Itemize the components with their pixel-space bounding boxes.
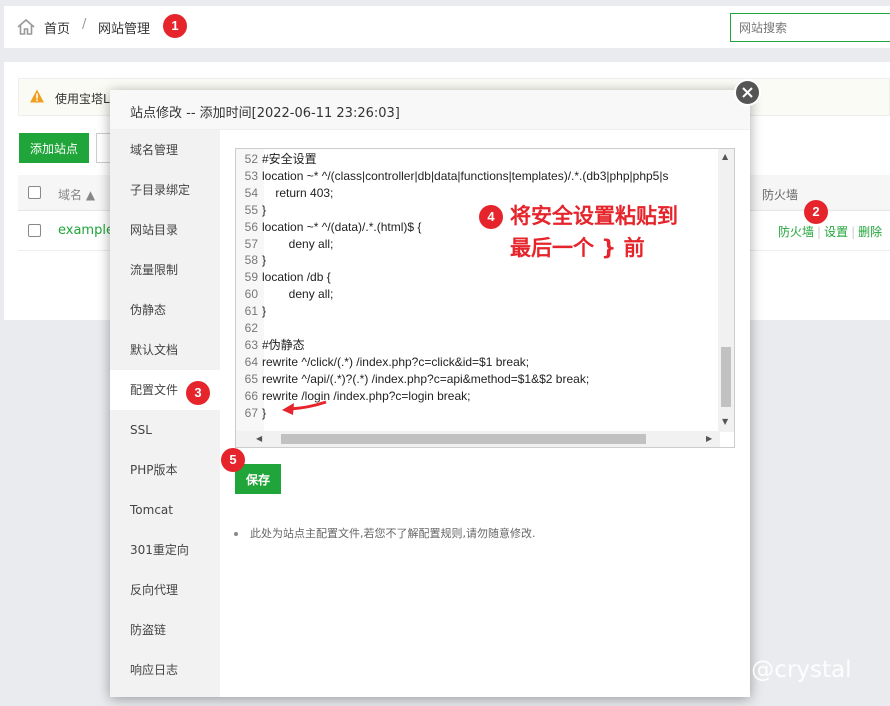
dialog-title: 站点修改 -- 添加时间[2022-06-11 23:26:03]: [110, 90, 750, 130]
code-text: deny all;: [262, 287, 334, 302]
annotation-line-1: 将安全设置粘贴到: [510, 204, 678, 228]
line-number: 58: [244, 253, 258, 268]
line-number: 66: [244, 388, 258, 403]
watermark: 知乎 @crystal: [698, 657, 852, 683]
step-badge-4: 4: [479, 205, 503, 229]
code-line: 52 #安全设置: [236, 151, 718, 168]
line-number: 64: [244, 354, 258, 369]
red-arrow-icon: [282, 400, 327, 415]
column-header-firewall: 防火墙: [762, 188, 799, 202]
site-search-input[interactable]: [730, 13, 890, 42]
top-bar: 首页 / 网站管理: [4, 6, 890, 48]
scroll-right-icon[interactable]: ▶: [706, 434, 712, 443]
line-number: 60: [244, 287, 258, 302]
sidebar-item[interactable]: 伪静态: [110, 290, 220, 330]
line-number: 53: [244, 168, 258, 183]
line-number: 61: [244, 304, 258, 319]
line-number: 62: [244, 321, 258, 336]
step-badge-3: 3: [186, 381, 210, 405]
warning-icon: [30, 89, 44, 103]
sidebar-item[interactable]: 防盗链: [110, 610, 220, 650]
line-number: 65: [244, 371, 258, 386]
line-number: 57: [244, 236, 258, 251]
code-text: rewrite ^/api/(.*)?(.*) /index.php?c=api…: [262, 371, 590, 386]
save-button[interactable]: 保存: [235, 464, 281, 494]
code-text: deny all;: [262, 236, 334, 251]
code-text: }: [262, 202, 267, 217]
home-icon[interactable]: [16, 17, 36, 37]
code-line: 62: [236, 320, 718, 337]
code-line: 59 location /db {: [236, 269, 718, 286]
delete-link[interactable]: 删除: [858, 225, 882, 239]
row-checkbox[interactable]: [28, 224, 41, 237]
breadcrumb-home[interactable]: 首页: [44, 18, 70, 37]
horizontal-scroll-thumb[interactable]: [281, 434, 646, 444]
code-area[interactable]: 52 #安全设置 53 location ~* ^/(class|controller…: [236, 151, 718, 422]
row-operations: 防火墙 | 设置 | 删除: [778, 225, 883, 239]
breadcrumb-separator: /: [82, 17, 87, 32]
annotation-line-2: 最后一个 } 前: [510, 236, 645, 260]
code-line: 61}: [236, 303, 718, 320]
scroll-down-icon[interactable]: ▼: [722, 417, 728, 426]
code-text: location /db {: [262, 270, 331, 285]
sidebar-item[interactable]: 域名管理: [110, 130, 220, 170]
config-note: 此处为站点主配置文件,若您不了解配置规则,请勿随意修改.: [234, 525, 536, 541]
sidebar-item[interactable]: 网站目录: [110, 210, 220, 250]
step-badge-1: 1: [163, 14, 187, 38]
dialog-side-nav: 域名管理 子目录绑定 网站目录 流量限制 伪静态 默认文档 配置文件 SSL PHP版本 Tomc…: [110, 130, 220, 697]
step-badge-2: 2: [804, 200, 828, 224]
step-badge-5: 5: [221, 448, 245, 472]
code-text: return 403;: [262, 185, 334, 200]
sidebar-item[interactable]: 301重定向: [110, 530, 220, 570]
code-line: 65 rewrite ^/api/(.*)?(.*) /index.php?c=a…: [236, 371, 718, 388]
scroll-left-icon[interactable]: ◀: [256, 434, 262, 443]
sidebar-item[interactable]: PHP版本: [110, 450, 220, 490]
notice-text: 使用宝塔L: [55, 92, 110, 106]
annotation-text: 将安全设置粘贴到 最后一个 } 前: [510, 200, 678, 264]
code-text: }: [262, 253, 267, 268]
line-number: 59: [244, 270, 258, 285]
vertical-scrollbar[interactable]: ▲ ▼: [718, 149, 734, 432]
firewall-link[interactable]: 防火墙: [778, 225, 814, 239]
sidebar-item[interactable]: 子目录绑定: [110, 170, 220, 210]
line-number: 63: [244, 337, 258, 352]
code-text: location ~* ^/(class|controller|db|data|…: [262, 168, 669, 183]
code-text: #安全设置: [262, 152, 317, 166]
code-text: }: [262, 405, 267, 420]
code-line: 53 location ~* ^/(class|controller|db|dat…: [236, 168, 718, 185]
sidebar-item[interactable]: 流量限制: [110, 250, 220, 290]
close-icon: [742, 87, 753, 98]
sidebar-item[interactable]: Tomcat: [110, 490, 220, 530]
select-all-checkbox[interactable]: [28, 186, 41, 199]
scroll-up-icon[interactable]: ▲: [722, 152, 728, 161]
sidebar-item[interactable]: 响应日志: [110, 650, 220, 690]
vertical-scroll-thumb[interactable]: [721, 347, 731, 407]
breadcrumb-current[interactable]: 网站管理: [98, 18, 150, 37]
config-note-text: 此处为站点主配置文件,若您不了解配置规则,请勿随意修改.: [250, 527, 536, 540]
sidebar-item[interactable]: SSL: [110, 410, 220, 450]
code-text: #伪静态: [262, 337, 305, 352]
column-header-domain[interactable]: 域名 ▲: [58, 186, 95, 203]
line-number: 52: [244, 152, 258, 166]
code-text: }: [262, 304, 267, 319]
bullet-icon: [234, 532, 238, 536]
line-number: 54: [244, 185, 258, 200]
line-number: 67: [244, 405, 258, 420]
code-text: location ~* ^/(data)/.*.(html)$ {: [262, 219, 422, 234]
line-number: 56: [244, 219, 258, 234]
line-number: 55: [244, 202, 258, 217]
add-site-button[interactable]: 添加站点: [19, 133, 89, 163]
sidebar-item[interactable]: 反向代理: [110, 570, 220, 610]
code-text: rewrite ^/click/(.*) /index.php?c=click&…: [262, 354, 530, 369]
code-line: 64 rewrite ^/click/(.*) /index.php?c=clic…: [236, 354, 718, 371]
settings-link[interactable]: 设置: [824, 225, 848, 239]
horizontal-scrollbar[interactable]: ◀ ▶: [236, 431, 720, 447]
close-dialog-button[interactable]: [734, 79, 761, 106]
code-line: 63 #伪静态: [236, 337, 718, 354]
code-line: 60 deny all;: [236, 286, 718, 303]
sidebar-item[interactable]: 默认文档: [110, 330, 220, 370]
